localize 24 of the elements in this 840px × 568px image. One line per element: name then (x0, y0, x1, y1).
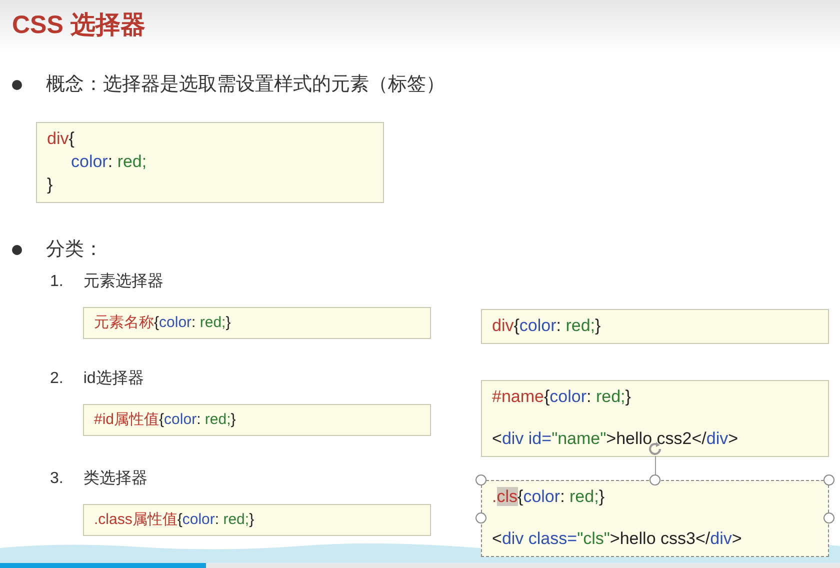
concept-text: 概念：选择器是选取需设置样式的元素（标签） (46, 73, 445, 97)
resize-handle[interactable] (824, 474, 834, 486)
resize-handle[interactable] (824, 512, 834, 524)
code-box: #name{color: red;} <div id="name">hello css2</div> (481, 380, 829, 457)
slide-title: CSS 选择器 (12, 10, 146, 41)
list-number: 2. (50, 368, 64, 389)
list-label: 元素选择器 (83, 272, 164, 292)
code-box: 元素名称{color: red;} (83, 306, 431, 340)
bullet-icon (12, 80, 22, 90)
bullet-icon (12, 244, 22, 255)
category-text: 分类： (46, 238, 103, 262)
progress-bar[interactable] (0, 563, 840, 568)
resize-handle[interactable] (650, 474, 660, 486)
code-box: .cls{color: red;} <div class="cls">hello css3</div> (481, 480, 829, 556)
list-label: 类选择器 (83, 468, 148, 489)
code-box: div{ color: red; } (36, 122, 384, 203)
code-box: .class属性值{color: red;} (83, 504, 431, 536)
code-box: #id属性值{color: red;} (83, 404, 431, 436)
code-box: div{color: red;} (481, 308, 829, 344)
list-number: 1. (50, 272, 64, 292)
list-label: id选择器 (83, 368, 144, 389)
resize-handle[interactable] (476, 474, 486, 486)
list-number: 3. (50, 468, 64, 489)
resize-handle[interactable] (476, 512, 486, 524)
